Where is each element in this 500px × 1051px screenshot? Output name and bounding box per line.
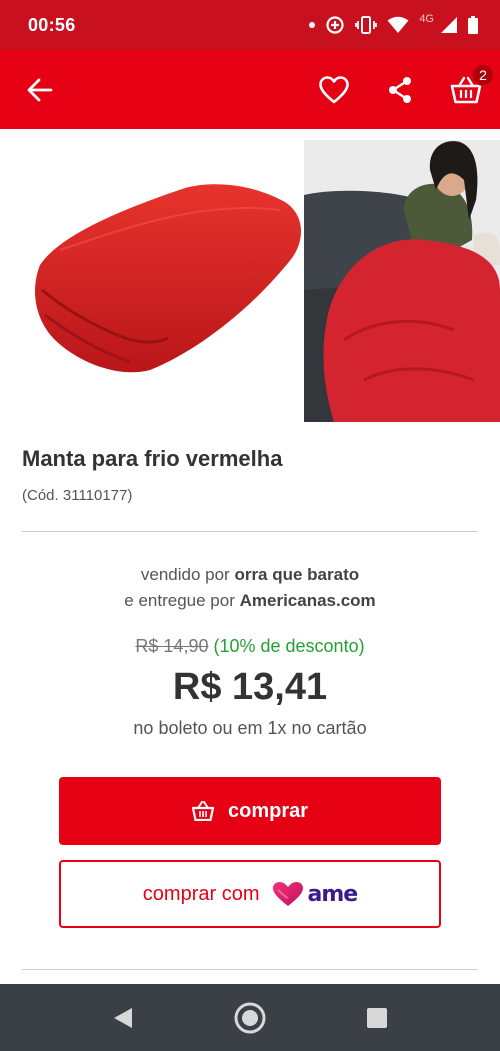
cart-count-badge: 2 — [472, 63, 494, 86]
folded-red-blanket-image — [35, 184, 302, 373]
back-arrow-icon — [27, 78, 53, 101]
price-old: R$ 14,90 — [135, 636, 209, 656]
vibrate-icon — [355, 16, 378, 34]
product-title: Manta para frio vermelha — [22, 446, 283, 471]
delivered-by-name: Americanas.com — [239, 591, 376, 610]
product-code: (Cód. 31110177) — [22, 487, 133, 504]
woman-on-sofa-image — [304, 140, 500, 422]
network-type: 4G — [419, 13, 434, 25]
payment-note: no boleto ou em 1x no cartão — [133, 718, 367, 738]
app-bar: 2 — [0, 50, 500, 129]
nav-back-icon — [114, 1007, 133, 1028]
favorite-button[interactable] — [316, 72, 352, 108]
app-bar-actions: 2 — [316, 63, 494, 108]
nav-back-button[interactable] — [93, 988, 153, 1048]
price-old-line: R$ 14,90 (10% de desconto) — [0, 636, 500, 657]
delivered-by-line: e entregue por Americanas.com — [0, 588, 500, 614]
divider-bottom — [22, 969, 478, 970]
divider-top — [22, 531, 478, 532]
delivered-by-prefix: e entregue por — [124, 591, 240, 610]
buy-button-label: comprar — [227, 799, 309, 822]
status-time: 00:56 — [28, 14, 76, 35]
signal-icon — [441, 17, 457, 33]
back-button[interactable] — [22, 72, 58, 108]
battery-icon — [468, 16, 478, 34]
nav-recents-icon — [366, 1007, 387, 1028]
heart-icon — [319, 75, 349, 103]
buy-button[interactable]: comprar — [59, 777, 441, 845]
status-icons: 4G — [309, 13, 478, 35]
nav-home-button[interactable] — [220, 988, 280, 1048]
nav-recents-button[interactable] — [347, 988, 407, 1048]
buy-with-label: comprar com — [142, 882, 260, 905]
status-bar: 00:56 4G — [0, 0, 500, 50]
product-gallery[interactable] — [0, 140, 500, 422]
system-nav-bar — [0, 984, 500, 1051]
buy-with-ame-button[interactable]: comprar com ame — [59, 860, 441, 928]
ame-heart-icon — [272, 882, 303, 906]
notification-dot-icon — [309, 22, 316, 28]
discount-label: (10% de desconto) — [213, 636, 365, 656]
ame-brand-text: ame — [307, 881, 359, 907]
sold-by-prefix: vendido por — [140, 565, 235, 584]
price-current: R$ 13,41 — [172, 666, 328, 708]
share-button[interactable] — [382, 72, 418, 108]
seller-info: vendido por orra que barato e entregue p… — [0, 562, 500, 614]
wifi-icon — [387, 16, 409, 33]
nav-home-icon — [234, 1002, 266, 1033]
data-saver-icon — [326, 16, 344, 34]
product-image-main[interactable] — [0, 140, 304, 422]
product-image-secondary[interactable] — [304, 140, 500, 422]
sold-by-line: vendido por orra que barato — [0, 562, 500, 588]
ame-logo: ame — [272, 881, 358, 907]
basket-icon — [191, 801, 214, 821]
seller-name-link[interactable]: orra que barato — [234, 565, 359, 584]
share-icon — [389, 76, 411, 103]
cart-button[interactable]: 2 — [448, 63, 494, 108]
